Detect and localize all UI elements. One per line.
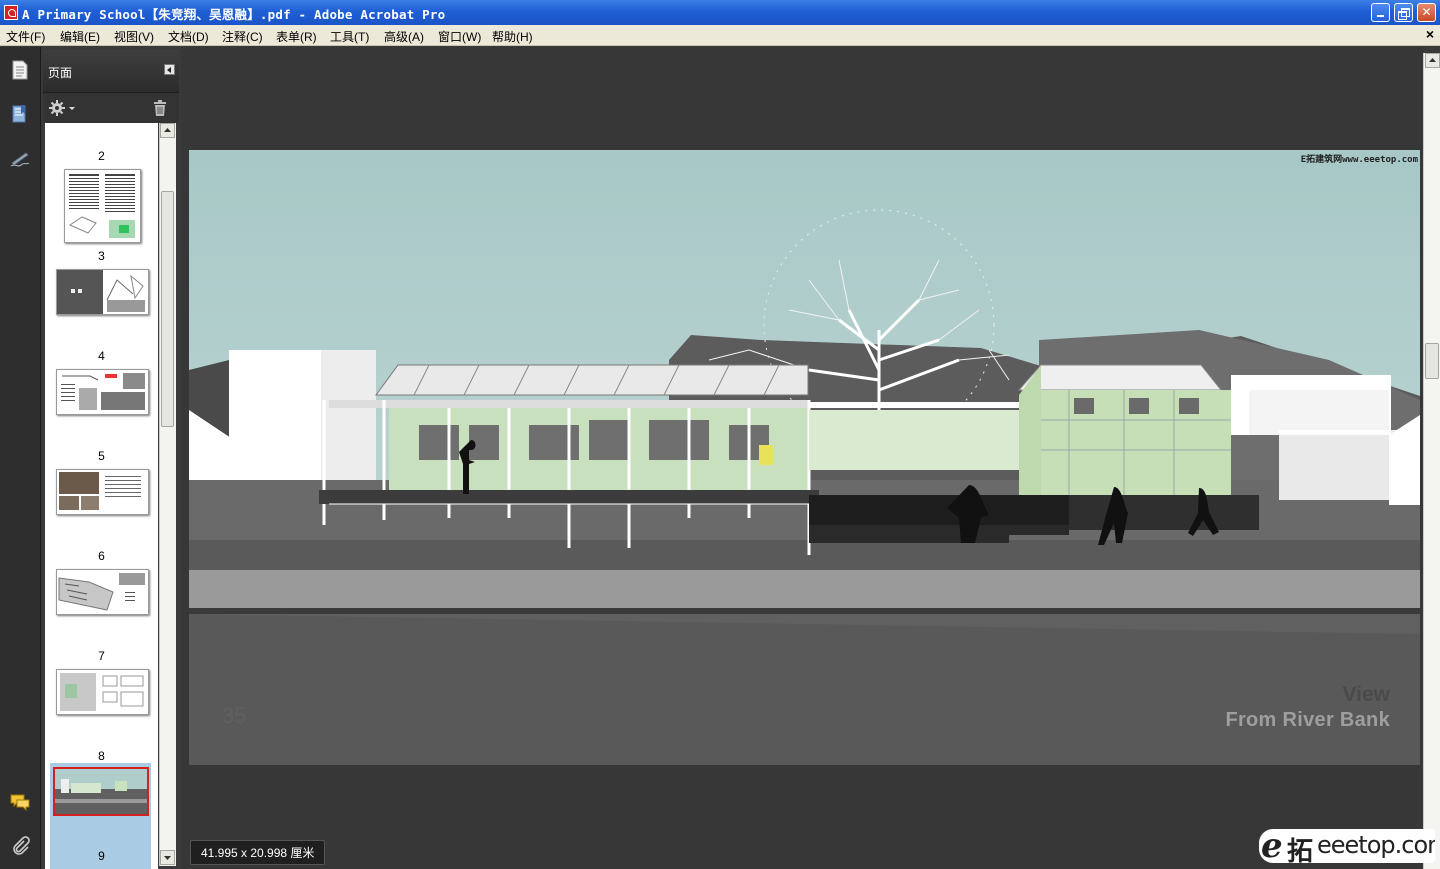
restore-button[interactable]	[1394, 3, 1413, 22]
thumbnail-label: 7	[98, 649, 105, 663]
menu-comments[interactable]: 注释(C)	[222, 28, 263, 45]
title-bar: A Primary School【朱竞翔、吴恩融】.pdf - Adobe Ac…	[0, 0, 1440, 25]
page-number: 35	[222, 703, 247, 728]
thumbnail-page-3[interactable]	[56, 269, 149, 315]
scroll-down-button[interactable]	[160, 850, 175, 865]
thumbnail-page-4[interactable]	[56, 369, 149, 415]
thumbnail-label: 5	[98, 449, 105, 463]
scroll-thumb[interactable]	[1425, 343, 1439, 379]
attachments-icon[interactable]	[9, 835, 31, 857]
bookmarks-icon[interactable]	[9, 103, 31, 125]
trash-icon[interactable]	[152, 100, 168, 117]
options-gear-icon[interactable]	[48, 99, 76, 117]
menu-bar: 文件(F) 编辑(E) 视图(V) 文档(D) 注释(C) 表单(R) 工具(T…	[0, 25, 1440, 46]
eeetop-logo: e 拓 eeetop.com	[1259, 829, 1435, 863]
page-size-tooltip: 41.995 x 20.998 厘米	[190, 840, 326, 865]
close-document-button[interactable]: ×	[1426, 26, 1434, 42]
pdf-page[interactable]: E拓建筑网www.eeetop.com 35 View From River B…	[189, 150, 1420, 765]
menu-view[interactable]: 视图(V)	[114, 28, 154, 45]
scroll-up-button[interactable]	[1425, 53, 1440, 68]
collapse-panel-button[interactable]	[164, 64, 175, 75]
menu-window[interactable]: 窗口(W)	[438, 28, 481, 45]
menu-tools[interactable]: 工具(T)	[330, 28, 369, 45]
signatures-icon[interactable]	[9, 147, 31, 169]
scroll-thumb[interactable]	[161, 191, 174, 427]
menu-file[interactable]: 文件(F)	[6, 28, 45, 45]
navigation-pane-strip	[0, 47, 41, 869]
acrobat-icon[interactable]	[4, 5, 18, 20]
thumbnail-page-6[interactable]	[56, 569, 149, 615]
window-title: A Primary School【朱竞翔、吴恩融】.pdf - Adobe Ac…	[22, 7, 446, 22]
thumbnail-label: 6	[98, 549, 105, 563]
watermark-text: E拓建筑网www.eeetop.com	[1300, 155, 1418, 165]
menu-forms[interactable]: 表单(R)	[276, 28, 317, 45]
minimize-button[interactable]	[1371, 3, 1390, 22]
comments-icon[interactable]	[9, 791, 31, 813]
pages-toolbar	[43, 93, 179, 123]
page-thumbnails: 2 3 4 5 6 7 8 9	[45, 123, 158, 869]
caption-from-river-bank: From River Bank	[1225, 709, 1390, 731]
pages-panel-header: 页面	[43, 50, 179, 93]
thumbnail-label: 8	[98, 749, 105, 763]
thumbnail-label: 3	[98, 249, 105, 263]
document-scrollbar[interactable]	[1423, 53, 1440, 869]
thumbnails-scrollbar[interactable]	[159, 123, 176, 866]
thumbnail-page-5[interactable]	[56, 469, 149, 515]
thumbnail-page-7[interactable]	[56, 669, 149, 715]
scroll-up-button[interactable]	[160, 123, 175, 138]
menu-help[interactable]: 帮助(H)	[492, 28, 533, 45]
thumbnail-page-2[interactable]	[64, 169, 141, 243]
pages-panel: 页面 2 3 4 5 6 7 8 9	[43, 50, 179, 869]
thumbnail-label: 2	[98, 149, 105, 163]
menu-document[interactable]: 文档(D)	[168, 28, 209, 45]
pages-icon[interactable]	[9, 59, 31, 81]
menu-edit[interactable]: 编辑(E)	[60, 28, 100, 45]
close-button[interactable]: ✕	[1417, 3, 1436, 22]
caption-view: View	[1342, 683, 1390, 706]
thumbnail-label: 4	[98, 349, 105, 363]
pages-panel-title: 页面	[48, 66, 73, 80]
river-bank-rendering	[189, 150, 1420, 765]
thumbnail-label: 9	[98, 849, 105, 863]
thumbnail-page-8[interactable]	[53, 767, 149, 816]
menu-advanced[interactable]: 高级(A)	[384, 28, 424, 45]
